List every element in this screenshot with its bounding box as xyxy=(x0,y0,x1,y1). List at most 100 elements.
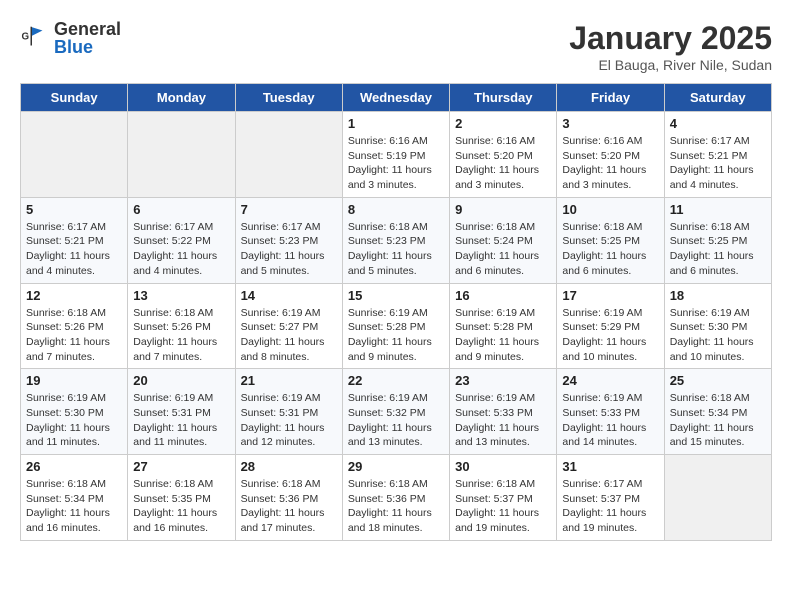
day-info: Sunrise: 6:19 AM Sunset: 5:29 PM Dayligh… xyxy=(562,306,658,365)
day-number: 27 xyxy=(133,459,229,474)
day-number: 9 xyxy=(455,202,551,217)
day-info: Sunrise: 6:19 AM Sunset: 5:30 PM Dayligh… xyxy=(26,391,122,450)
day-info: Sunrise: 6:18 AM Sunset: 5:24 PM Dayligh… xyxy=(455,220,551,279)
logo-text: General Blue xyxy=(54,20,121,56)
day-number: 2 xyxy=(455,116,551,131)
day-number: 3 xyxy=(562,116,658,131)
day-number: 26 xyxy=(26,459,122,474)
calendar-cell: 18Sunrise: 6:19 AM Sunset: 5:30 PM Dayli… xyxy=(664,283,771,369)
day-header-monday: Monday xyxy=(128,84,235,112)
calendar-cell: 4 Sunrise: 6:17 AM Sunset: 5:21 PM Daylig… xyxy=(664,112,771,198)
calendar-cell: 8 Sunrise: 6:18 AM Sunset: 5:23 PM Daylig… xyxy=(342,197,449,283)
day-info: Sunrise: 6:19 AM Sunset: 5:32 PM Dayligh… xyxy=(348,391,444,450)
day-number: 5 xyxy=(26,202,122,217)
day-info: Sunrise: 6:18 AM Sunset: 5:36 PM Dayligh… xyxy=(241,477,337,536)
header: G General Blue January 2025 El Bauga, Ri… xyxy=(20,20,772,73)
day-number: 25 xyxy=(670,373,766,388)
week-row-3: 12 Sunrise: 6:18 AM Sunset: 5:26 PM Dayli… xyxy=(21,283,772,369)
day-info: Sunrise: 6:16 AM Sunset: 5:20 PM Dayligh… xyxy=(562,134,658,193)
week-row-5: 26 Sunrise: 6:18 AM Sunset: 5:34 PM Dayli… xyxy=(21,455,772,541)
day-number: 20 xyxy=(133,373,229,388)
calendar-cell: 22 Sunrise: 6:19 AM Sunset: 5:32 PM Dayli… xyxy=(342,369,449,455)
calendar-cell: 29 Sunrise: 6:18 AM Sunset: 5:36 PM Dayli… xyxy=(342,455,449,541)
day-info: Sunrise: 6:18 AM Sunset: 5:23 PM Dayligh… xyxy=(348,220,444,279)
day-info: Sunrise: 6:18 AM Sunset: 5:25 PM Dayligh… xyxy=(670,220,766,279)
day-info: Sunrise: 6:19 AM Sunset: 5:28 PM Dayligh… xyxy=(348,306,444,365)
day-number: 4 xyxy=(670,116,766,131)
calendar-cell: 25 Sunrise: 6:18 AM Sunset: 5:34 PM Dayli… xyxy=(664,369,771,455)
day-info: Sunrise: 6:18 AM Sunset: 5:34 PM Dayligh… xyxy=(670,391,766,450)
day-info: Sunrise: 6:18 AM Sunset: 5:34 PM Dayligh… xyxy=(26,477,122,536)
day-header-friday: Friday xyxy=(557,84,664,112)
calendar-cell: 7 Sunrise: 6:17 AM Sunset: 5:23 PM Daylig… xyxy=(235,197,342,283)
calendar-cell: 26 Sunrise: 6:18 AM Sunset: 5:34 PM Dayli… xyxy=(21,455,128,541)
logo-general-text: General xyxy=(54,20,121,38)
week-row-4: 19Sunrise: 6:19 AM Sunset: 5:30 PM Dayli… xyxy=(21,369,772,455)
day-number: 31 xyxy=(562,459,658,474)
day-info: Sunrise: 6:17 AM Sunset: 5:37 PM Dayligh… xyxy=(562,477,658,536)
calendar-cell: 5 Sunrise: 6:17 AM Sunset: 5:21 PM Daylig… xyxy=(21,197,128,283)
day-number: 8 xyxy=(348,202,444,217)
day-number: 28 xyxy=(241,459,337,474)
calendar-cell: 24Sunrise: 6:19 AM Sunset: 5:33 PM Dayli… xyxy=(557,369,664,455)
calendar-cell: 20 Sunrise: 6:19 AM Sunset: 5:31 PM Dayli… xyxy=(128,369,235,455)
day-info: Sunrise: 6:17 AM Sunset: 5:23 PM Dayligh… xyxy=(241,220,337,279)
day-number: 7 xyxy=(241,202,337,217)
calendar-cell: 9 Sunrise: 6:18 AM Sunset: 5:24 PM Daylig… xyxy=(450,197,557,283)
calendar-cell: 17 Sunrise: 6:19 AM Sunset: 5:29 PM Dayli… xyxy=(557,283,664,369)
day-number: 29 xyxy=(348,459,444,474)
day-info: Sunrise: 6:19 AM Sunset: 5:28 PM Dayligh… xyxy=(455,306,551,365)
day-number: 30 xyxy=(455,459,551,474)
day-number: 1 xyxy=(348,116,444,131)
calendar-cell: 21Sunrise: 6:19 AM Sunset: 5:31 PM Dayli… xyxy=(235,369,342,455)
day-info: Sunrise: 6:18 AM Sunset: 5:26 PM Dayligh… xyxy=(26,306,122,365)
calendar-cell: 13Sunrise: 6:18 AM Sunset: 5:26 PM Dayli… xyxy=(128,283,235,369)
logo: G General Blue xyxy=(20,20,121,56)
day-info: Sunrise: 6:17 AM Sunset: 5:21 PM Dayligh… xyxy=(26,220,122,279)
calendar-cell: 30Sunrise: 6:18 AM Sunset: 5:37 PM Dayli… xyxy=(450,455,557,541)
day-info: Sunrise: 6:19 AM Sunset: 5:31 PM Dayligh… xyxy=(133,391,229,450)
day-number: 17 xyxy=(562,288,658,303)
week-row-1: 1 Sunrise: 6:16 AM Sunset: 5:19 PM Daylig… xyxy=(21,112,772,198)
day-header-tuesday: Tuesday xyxy=(235,84,342,112)
calendar-cell: 31 Sunrise: 6:17 AM Sunset: 5:37 PM Dayli… xyxy=(557,455,664,541)
day-info: Sunrise: 6:18 AM Sunset: 5:35 PM Dayligh… xyxy=(133,477,229,536)
day-number: 14 xyxy=(241,288,337,303)
day-number: 18 xyxy=(670,288,766,303)
day-info: Sunrise: 6:18 AM Sunset: 5:26 PM Dayligh… xyxy=(133,306,229,365)
calendar-cell: 12 Sunrise: 6:18 AM Sunset: 5:26 PM Dayli… xyxy=(21,283,128,369)
calendar-cell: 14 Sunrise: 6:19 AM Sunset: 5:27 PM Dayli… xyxy=(235,283,342,369)
day-info: Sunrise: 6:18 AM Sunset: 5:25 PM Dayligh… xyxy=(562,220,658,279)
day-number: 23 xyxy=(455,373,551,388)
subtitle: El Bauga, River Nile, Sudan xyxy=(569,57,772,73)
day-info: Sunrise: 6:16 AM Sunset: 5:20 PM Dayligh… xyxy=(455,134,551,193)
calendar-cell xyxy=(664,455,771,541)
calendar-cell: 11Sunrise: 6:18 AM Sunset: 5:25 PM Dayli… xyxy=(664,197,771,283)
day-info: Sunrise: 6:19 AM Sunset: 5:33 PM Dayligh… xyxy=(562,391,658,450)
day-info: Sunrise: 6:18 AM Sunset: 5:36 PM Dayligh… xyxy=(348,477,444,536)
day-number: 10 xyxy=(562,202,658,217)
calendar-cell: 6Sunrise: 6:17 AM Sunset: 5:22 PM Daylig… xyxy=(128,197,235,283)
day-info: Sunrise: 6:17 AM Sunset: 5:21 PM Dayligh… xyxy=(670,134,766,193)
calendar-cell: 16Sunrise: 6:19 AM Sunset: 5:28 PM Dayli… xyxy=(450,283,557,369)
calendar-cell: 23Sunrise: 6:19 AM Sunset: 5:33 PM Dayli… xyxy=(450,369,557,455)
day-number: 15 xyxy=(348,288,444,303)
calendar-table: SundayMondayTuesdayWednesdayThursdayFrid… xyxy=(20,83,772,541)
day-header-wednesday: Wednesday xyxy=(342,84,449,112)
calendar-header-row: SundayMondayTuesdayWednesdayThursdayFrid… xyxy=(21,84,772,112)
day-header-saturday: Saturday xyxy=(664,84,771,112)
day-number: 12 xyxy=(26,288,122,303)
calendar-cell: 27 Sunrise: 6:18 AM Sunset: 5:35 PM Dayli… xyxy=(128,455,235,541)
day-number: 22 xyxy=(348,373,444,388)
calendar-cell: 15 Sunrise: 6:19 AM Sunset: 5:28 PM Dayli… xyxy=(342,283,449,369)
day-info: Sunrise: 6:16 AM Sunset: 5:19 PM Dayligh… xyxy=(348,134,444,193)
day-info: Sunrise: 6:17 AM Sunset: 5:22 PM Dayligh… xyxy=(133,220,229,279)
calendar-cell xyxy=(21,112,128,198)
day-header-thursday: Thursday xyxy=(450,84,557,112)
calendar-cell: 1 Sunrise: 6:16 AM Sunset: 5:19 PM Daylig… xyxy=(342,112,449,198)
logo-blue-text: Blue xyxy=(54,38,121,56)
title-area: January 2025 El Bauga, River Nile, Sudan xyxy=(569,20,772,73)
day-info: Sunrise: 6:19 AM Sunset: 5:27 PM Dayligh… xyxy=(241,306,337,365)
week-row-2: 5 Sunrise: 6:17 AM Sunset: 5:21 PM Daylig… xyxy=(21,197,772,283)
calendar-cell: 28 Sunrise: 6:18 AM Sunset: 5:36 PM Dayli… xyxy=(235,455,342,541)
